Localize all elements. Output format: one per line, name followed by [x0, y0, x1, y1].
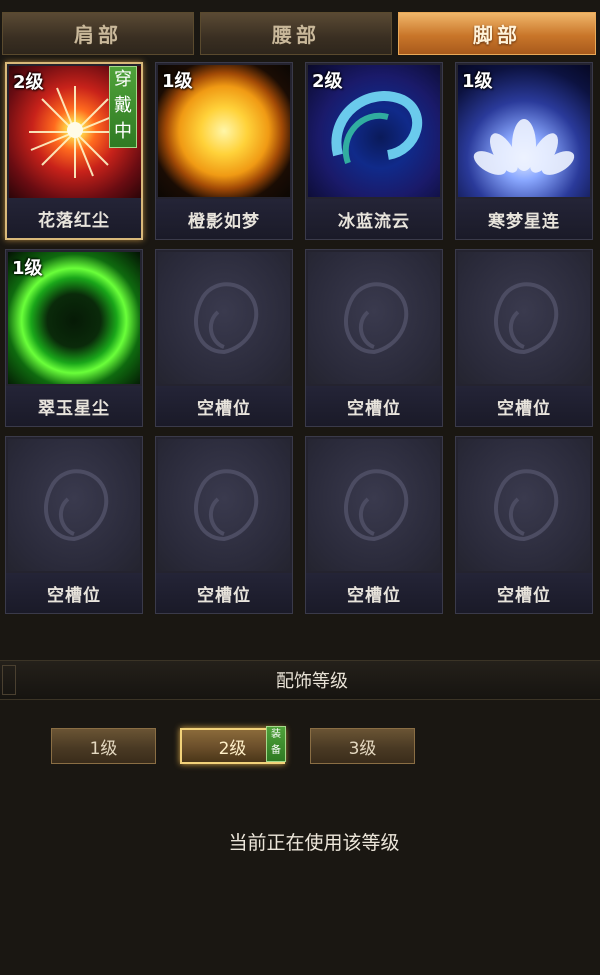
section-title: 配饰等级	[276, 671, 348, 692]
butterfly-placeholder-icon	[308, 439, 440, 571]
slot-label: 空槽位	[6, 573, 142, 613]
slot-label: 寒梦星连	[456, 199, 592, 239]
butterfly-placeholder-icon	[8, 439, 140, 571]
slot-level: 1级	[162, 71, 193, 92]
section-header: 配饰等级	[0, 660, 600, 700]
empty-slot[interactable]: 空槽位	[155, 249, 293, 427]
butterfly-placeholder-icon	[458, 439, 590, 571]
slot-label: 花落红尘	[7, 198, 141, 238]
slot-hanmeng-xinglian[interactable]: 1级 寒梦星连	[455, 62, 593, 240]
slot-label: 橙影如梦	[156, 199, 292, 239]
tab-feet[interactable]: 脚部	[398, 12, 596, 55]
slot-label: 冰蓝流云	[306, 199, 442, 239]
slot-label: 空槽位	[156, 573, 292, 613]
empty-slot[interactable]: 空槽位	[155, 436, 293, 614]
butterfly-placeholder-icon	[458, 252, 590, 384]
slot-hualuo-hongchen[interactable]: 2级 穿戴中 花落红尘	[5, 62, 143, 240]
butterfly-placeholder-icon	[308, 252, 440, 384]
empty-slot[interactable]: 空槽位	[455, 436, 593, 614]
tab-waist[interactable]: 腰部	[200, 12, 392, 55]
empty-slot[interactable]: 空槽位	[5, 436, 143, 614]
empty-slot[interactable]: 空槽位	[305, 249, 443, 427]
butterfly-placeholder-icon	[158, 439, 290, 571]
slot-cuiyu-xingchen[interactable]: 1级 翠玉星尘	[5, 249, 143, 427]
slot-label: 空槽位	[456, 386, 592, 426]
tab-bar: 肩部 腰部 脚部	[0, 12, 600, 57]
empty-slot[interactable]: 空槽位	[305, 436, 443, 614]
slot-chengying-rumeng[interactable]: 1级 橙影如梦	[155, 62, 293, 240]
status-text: 当前正在使用该等级	[228, 832, 400, 854]
slot-label: 空槽位	[156, 386, 292, 426]
slot-level: 1级	[462, 71, 493, 92]
slot-label: 空槽位	[306, 573, 442, 613]
slot-label: 空槽位	[456, 573, 592, 613]
equipped-badge: 装备	[266, 726, 286, 762]
slot-label: 空槽位	[306, 386, 442, 426]
empty-slot[interactable]: 空槽位	[455, 249, 593, 427]
slot-level: 1级	[12, 258, 43, 279]
slot-label: 翠玉星尘	[6, 386, 142, 426]
tab-shoulder[interactable]: 肩部	[2, 12, 194, 55]
butterfly-placeholder-icon	[158, 252, 290, 384]
slot-level: 2级	[13, 72, 44, 93]
slot-binglan-liuyun[interactable]: 2级 冰蓝流云	[305, 62, 443, 240]
wearing-badge: 穿戴中	[109, 66, 137, 148]
level-1-button[interactable]: 1级	[51, 728, 156, 764]
slot-level: 2级	[312, 71, 343, 92]
level-3-button[interactable]: 3级	[310, 728, 415, 764]
